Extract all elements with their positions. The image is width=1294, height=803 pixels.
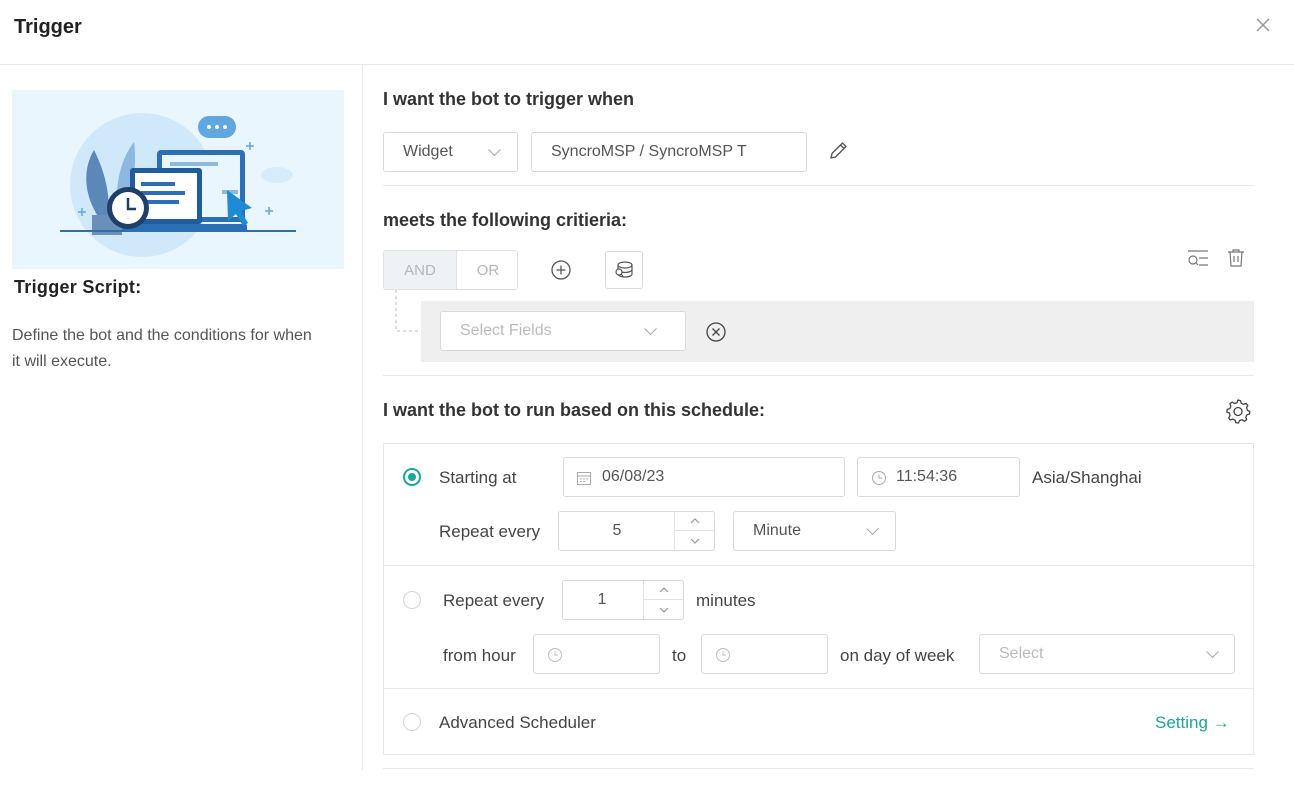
- condition-row: Select Fields: [421, 301, 1254, 362]
- divider: [383, 185, 1254, 186]
- clock-icon: [548, 648, 562, 662]
- schedule-option2-radio[interactable]: [403, 591, 421, 609]
- chevron-down-icon: [1206, 645, 1219, 659]
- sidebar-heading: Trigger Script:: [14, 277, 142, 297]
- criteria-section-title: meets the following critieria:: [383, 210, 628, 230]
- from-hour-label: from hour: [443, 646, 516, 665]
- trash-icon[interactable]: [1225, 247, 1247, 269]
- divider: [384, 565, 1253, 566]
- starting-at-label: Starting at: [439, 468, 517, 487]
- logic-toggle: AND OR: [383, 250, 518, 290]
- select-fields-placeholder: Select Fields: [460, 322, 552, 339]
- to-hour-picker[interactable]: [701, 634, 828, 674]
- start-time-picker[interactable]: 11:54:36: [857, 457, 1020, 497]
- start-date-value: 06/08/23: [602, 468, 665, 485]
- schedule-option1-radio[interactable]: [403, 468, 421, 486]
- dialog-header: Trigger: [0, 0, 1294, 65]
- clock-icon: [716, 648, 730, 662]
- repeat-minutes-stepper[interactable]: 1: [562, 580, 684, 620]
- repeat-interval-stepper[interactable]: 5: [558, 511, 715, 551]
- source-type-value: Widget: [403, 143, 453, 160]
- remove-condition-icon[interactable]: [705, 321, 727, 343]
- repeat-every-label: Repeat every: [443, 591, 545, 610]
- add-condition-icon[interactable]: [550, 259, 572, 281]
- source-value-text: SyncroMSP / SyncroMSP T: [551, 143, 747, 160]
- schedule-option3-radio[interactable]: [403, 713, 421, 731]
- trigger-illustration: [12, 90, 344, 269]
- gear-icon[interactable]: [1224, 397, 1252, 425]
- start-date-picker[interactable]: 06/08/23: [563, 457, 845, 497]
- day-of-week-select[interactable]: Select: [979, 634, 1235, 674]
- database-icon: [615, 261, 633, 278]
- chevron-up-icon[interactable]: [675, 512, 714, 531]
- dialog-title: Trigger: [14, 16, 82, 38]
- schedule-options: Starting at 06/08/23 11:54:36 Asia/Shang…: [383, 443, 1254, 755]
- source-value-field[interactable]: SyncroMSP / SyncroMSP T: [531, 132, 807, 172]
- add-group-button[interactable]: [605, 251, 643, 289]
- from-hour-picker[interactable]: [533, 634, 660, 674]
- or-button[interactable]: OR: [456, 251, 517, 289]
- day-of-week-placeholder: Select: [999, 645, 1044, 662]
- timezone-label: Asia/Shanghai: [1032, 468, 1142, 487]
- schedule-section-title: I want the bot to run based on this sche…: [383, 400, 766, 420]
- repeat-interval-value: 5: [612, 522, 622, 539]
- divider: [384, 688, 1253, 689]
- edit-pencil-icon[interactable]: [825, 138, 851, 164]
- to-label: to: [672, 646, 687, 665]
- repeat-minutes-value: 1: [597, 591, 607, 608]
- repeat-every-label: Repeat every: [439, 522, 541, 541]
- repeat-unit-value: Minute: [753, 522, 802, 539]
- divider: [383, 768, 1254, 769]
- setting-link[interactable]: Setting →: [1155, 713, 1230, 733]
- chevron-up-icon[interactable]: [644, 581, 683, 600]
- minutes-label: minutes: [696, 591, 756, 610]
- trigger-section-title: I want the bot to trigger when: [383, 89, 634, 109]
- chevron-down-icon[interactable]: [675, 531, 714, 550]
- sidebar-description: Define the bot and the conditions for wh…: [12, 327, 312, 370]
- chevron-down-icon: [866, 522, 879, 536]
- chevron-down-icon: [488, 143, 501, 157]
- chevron-down-icon[interactable]: [644, 600, 683, 619]
- calendar-icon: [577, 472, 591, 485]
- sidebar: Trigger Script: Define the bot and the c…: [0, 65, 363, 770]
- source-type-select[interactable]: Widget: [383, 132, 518, 172]
- divider: [383, 375, 1254, 376]
- chevron-down-icon: [644, 322, 657, 336]
- advanced-scheduler-label: Advanced Scheduler: [439, 713, 596, 732]
- filter-search-icon[interactable]: [1186, 247, 1210, 271]
- close-icon[interactable]: [1252, 14, 1274, 36]
- start-time-value: 11:54:36: [896, 468, 958, 485]
- select-fields-dropdown[interactable]: Select Fields: [440, 311, 686, 351]
- and-button[interactable]: AND: [384, 251, 456, 289]
- repeat-unit-select[interactable]: Minute: [733, 511, 896, 551]
- clock-icon: [872, 471, 886, 485]
- main-panel: I want the bot to trigger when Widget Sy…: [383, 65, 1255, 770]
- day-of-week-label: on day of week: [840, 646, 955, 665]
